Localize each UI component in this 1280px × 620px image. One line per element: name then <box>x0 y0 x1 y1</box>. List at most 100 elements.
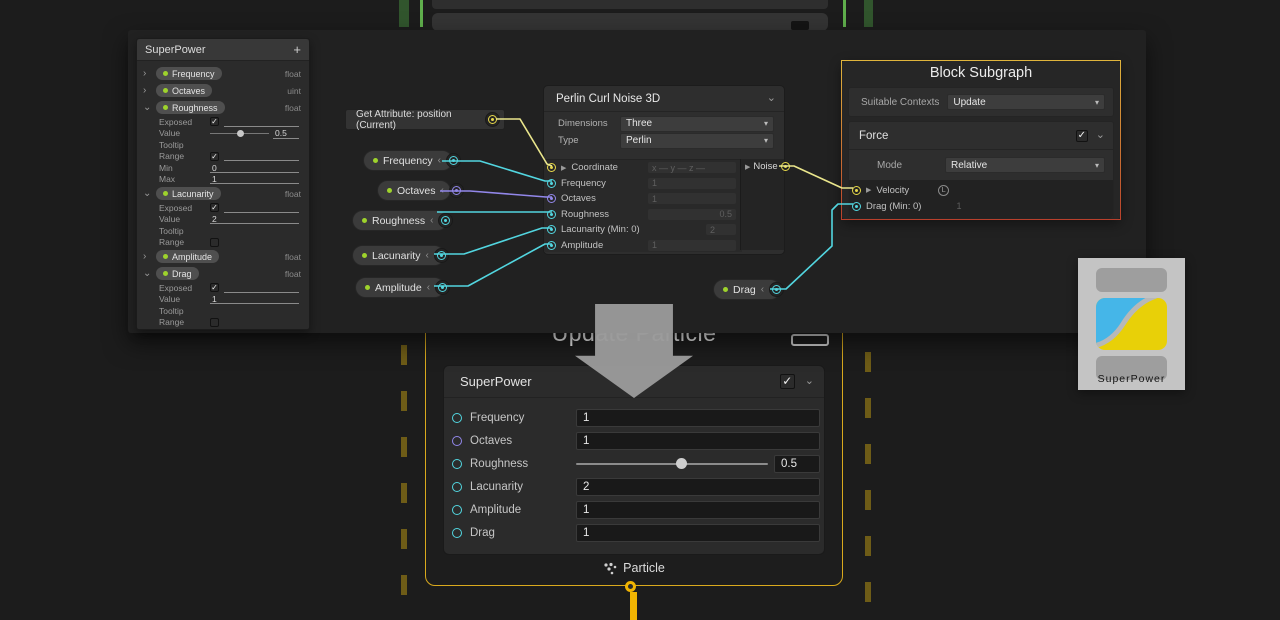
amplitude-field[interactable]: 1 <box>576 501 820 519</box>
amplitude-port[interactable] <box>452 505 462 515</box>
block-row-roughness: Roughness 0.5 <box>444 452 824 475</box>
max-field[interactable]: 1 <box>210 174 299 184</box>
context-footer: Particle <box>425 561 843 575</box>
lacunarity-output-port[interactable] <box>437 251 446 260</box>
parameter-node-octaves[interactable]: Octaves ‹ <box>377 180 451 201</box>
exposed-checkbox[interactable]: ✓ <box>210 117 219 126</box>
parameter-node-amplitude[interactable]: Amplitude ‹ <box>355 277 445 298</box>
mode-dropdown[interactable]: Relative▾ <box>945 157 1105 173</box>
dimensions-dropdown[interactable]: Three▾ <box>620 116 774 132</box>
collapse-icon[interactable]: ‹ <box>430 215 433 226</box>
force-block-header[interactable]: Force ✓ ⌄ <box>849 122 1113 150</box>
parameter-node-frequency[interactable]: Frequency ‹ <box>363 150 453 171</box>
property-roughness[interactable]: ⌄ Roughness float <box>137 99 309 116</box>
property-drag[interactable]: ⌄ Drag float <box>137 265 309 282</box>
property-octaves[interactable]: › Octaves uint <box>137 82 309 99</box>
vfx-graph-window: Update Particle SuperPower ✓ ⌄ Frequency… <box>0 0 1280 620</box>
range-checkbox[interactable] <box>210 318 219 327</box>
velocity-port[interactable] <box>852 186 861 195</box>
amplitude-output-port[interactable] <box>438 283 447 292</box>
chevron-down-icon[interactable]: ⌄ <box>1096 130 1105 141</box>
drag-field[interactable]: 1 <box>576 524 820 542</box>
type-dropdown[interactable]: Perlin▾ <box>620 133 774 149</box>
add-property-button[interactable]: + <box>293 42 301 57</box>
collapse-icon[interactable]: ‹ <box>441 185 444 196</box>
force-block[interactable]: Force ✓ ⌄ Mode Relative▾ ▶ Velocity L <box>848 121 1114 219</box>
octaves-field[interactable]: 1 <box>576 432 820 450</box>
block-subgraph-context[interactable]: Block Subgraph Suitable Contexts Update▾… <box>841 60 1121 220</box>
block-row-drag: Drag 1 <box>444 521 824 544</box>
slider-handle[interactable] <box>676 458 687 469</box>
blackboard-panel[interactable]: SuperPower + › Frequency float › Octaves… <box>136 38 310 330</box>
collapse-icon[interactable]: ‹ <box>425 250 428 261</box>
exposed-checkbox[interactable]: ✓ <box>210 283 219 292</box>
property-frequency[interactable]: › Frequency float <box>137 65 309 82</box>
exposed-dot-icon <box>163 191 168 196</box>
node-header[interactable]: Perlin Curl Noise 3D ⌄ <box>544 86 784 112</box>
drag-output-port[interactable] <box>772 285 781 294</box>
min-field[interactable]: 0 <box>210 163 299 173</box>
perlin-curl-noise-node[interactable]: Perlin Curl Noise 3D ⌄ Dimensions Three▾… <box>543 85 785 255</box>
exposed-checkbox[interactable]: ✓ <box>210 203 219 212</box>
lacunarity-field[interactable]: 2 <box>576 478 820 496</box>
force-enabled-checkbox[interactable]: ✓ <box>1076 130 1088 142</box>
caret-right-icon[interactable]: › <box>143 68 152 79</box>
slider-handle[interactable] <box>237 130 244 137</box>
range-checkbox[interactable] <box>210 238 219 247</box>
get-attribute-node[interactable]: Get Attribute: position (Current) <box>345 109 505 130</box>
range-checkbox[interactable]: ✓ <box>210 152 219 161</box>
frequency-field[interactable]: 1 <box>576 409 820 427</box>
amplitude-port[interactable] <box>547 241 556 250</box>
block-enabled-checkbox[interactable]: ✓ <box>780 374 795 389</box>
chevron-down-icon[interactable]: ⌄ <box>143 188 152 199</box>
flow-output-anchor[interactable] <box>625 581 636 592</box>
node-input-rows: ▶Coordinatex — y — z — Frequency1 Octave… <box>544 159 742 252</box>
local-space-badge[interactable]: L <box>938 185 949 196</box>
caret-right-icon[interactable]: › <box>143 251 152 262</box>
parameter-node-roughness[interactable]: Roughness ‹ <box>352 210 448 231</box>
chevron-down-icon[interactable]: ⌄ <box>143 102 152 113</box>
value-slider[interactable] <box>210 133 269 135</box>
context-toggle-box[interactable] <box>791 334 829 346</box>
collapse-icon[interactable]: ‹ <box>427 282 430 293</box>
value-field[interactable]: 1 <box>210 294 299 304</box>
asset-label: SuperPower <box>1078 373 1185 385</box>
thumbnail-top-bar <box>1096 268 1167 292</box>
expand-arrow-icon[interactable]: ▶ <box>866 186 871 194</box>
drag-port[interactable] <box>852 202 861 211</box>
frequency-port[interactable] <box>547 179 556 188</box>
chevron-down-icon[interactable]: ⌄ <box>767 93 776 104</box>
coordinate-port[interactable] <box>547 163 556 172</box>
parameter-node-drag[interactable]: Drag ‹ <box>713 279 781 300</box>
collapse-icon[interactable]: ‹ <box>761 284 764 295</box>
frequency-output-port[interactable] <box>449 156 458 165</box>
octaves-output-port[interactable] <box>452 186 461 195</box>
roughness-output-port[interactable] <box>441 216 450 225</box>
roughness-value-field[interactable]: 0.5 <box>774 455 820 473</box>
roughness-port[interactable] <box>547 210 556 219</box>
property-lacunarity[interactable]: ⌄ Lacunarity float <box>137 185 309 202</box>
caret-right-icon[interactable]: › <box>143 85 152 96</box>
collapse-icon[interactable]: ‹ <box>438 155 441 166</box>
value-field[interactable]: 0.5 <box>273 128 299 139</box>
chevron-down-icon[interactable]: ⌄ <box>143 268 152 279</box>
property-amplitude[interactable]: › Amplitude float <box>137 248 309 265</box>
frequency-port[interactable] <box>452 413 462 423</box>
roughness-port[interactable] <box>452 459 462 469</box>
position-output-port[interactable] <box>488 115 497 124</box>
value-field[interactable]: 2 <box>210 214 299 224</box>
superpower-asset-thumbnail[interactable]: SuperPower <box>1078 258 1185 390</box>
flow-edge-green <box>843 0 846 27</box>
drag-port[interactable] <box>452 528 462 538</box>
octaves-port[interactable] <box>452 436 462 446</box>
lacunarity-port[interactable] <box>547 225 556 234</box>
noise-output-port[interactable] <box>781 162 790 171</box>
chevron-down-icon[interactable]: ⌄ <box>805 376 814 387</box>
octaves-port[interactable] <box>547 194 556 203</box>
suitable-contexts-dropdown[interactable]: Update▾ <box>947 94 1105 110</box>
expand-arrow-icon[interactable]: ▶ <box>561 164 566 172</box>
roughness-slider[interactable] <box>576 463 768 465</box>
lacunarity-port[interactable] <box>452 482 462 492</box>
field-line <box>224 203 299 213</box>
parameter-node-lacunarity[interactable]: Lacunarity ‹ <box>352 245 445 266</box>
